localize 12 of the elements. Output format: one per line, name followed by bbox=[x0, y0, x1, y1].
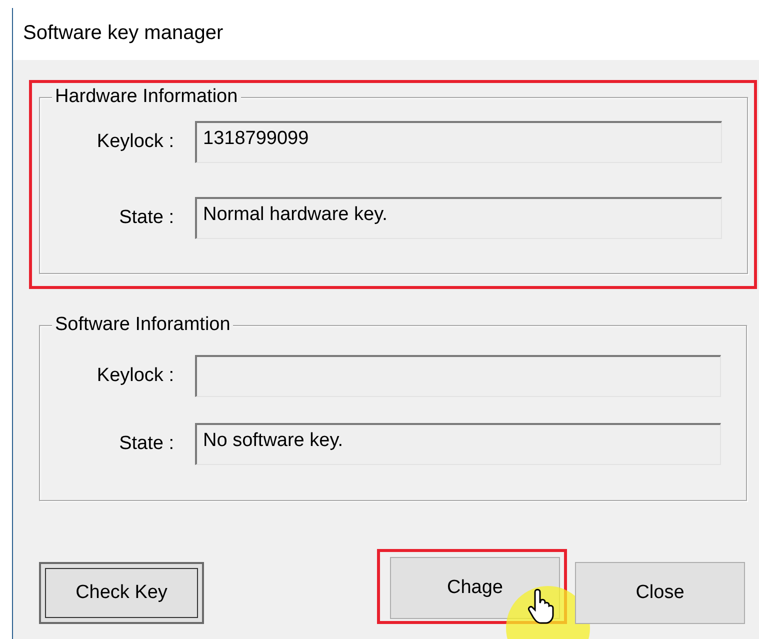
text-field[interactable]: No software key. bbox=[195, 423, 721, 465]
text-field[interactable]: 1318799099 bbox=[195, 121, 722, 163]
dialog-button[interactable]: Check Key bbox=[39, 562, 204, 624]
window-title: Software key manager bbox=[23, 22, 224, 44]
field-label: State : bbox=[118, 432, 174, 456]
field-label: Keylock : bbox=[96, 364, 174, 388]
dialog-button[interactable]: Close bbox=[575, 562, 745, 624]
hand-cursor-icon bbox=[528, 588, 556, 624]
text-field[interactable] bbox=[195, 355, 721, 397]
field-label: State : bbox=[118, 206, 174, 230]
text-field[interactable]: Normal hardware key. bbox=[195, 197, 722, 239]
field-label: Keylock : bbox=[96, 130, 174, 154]
